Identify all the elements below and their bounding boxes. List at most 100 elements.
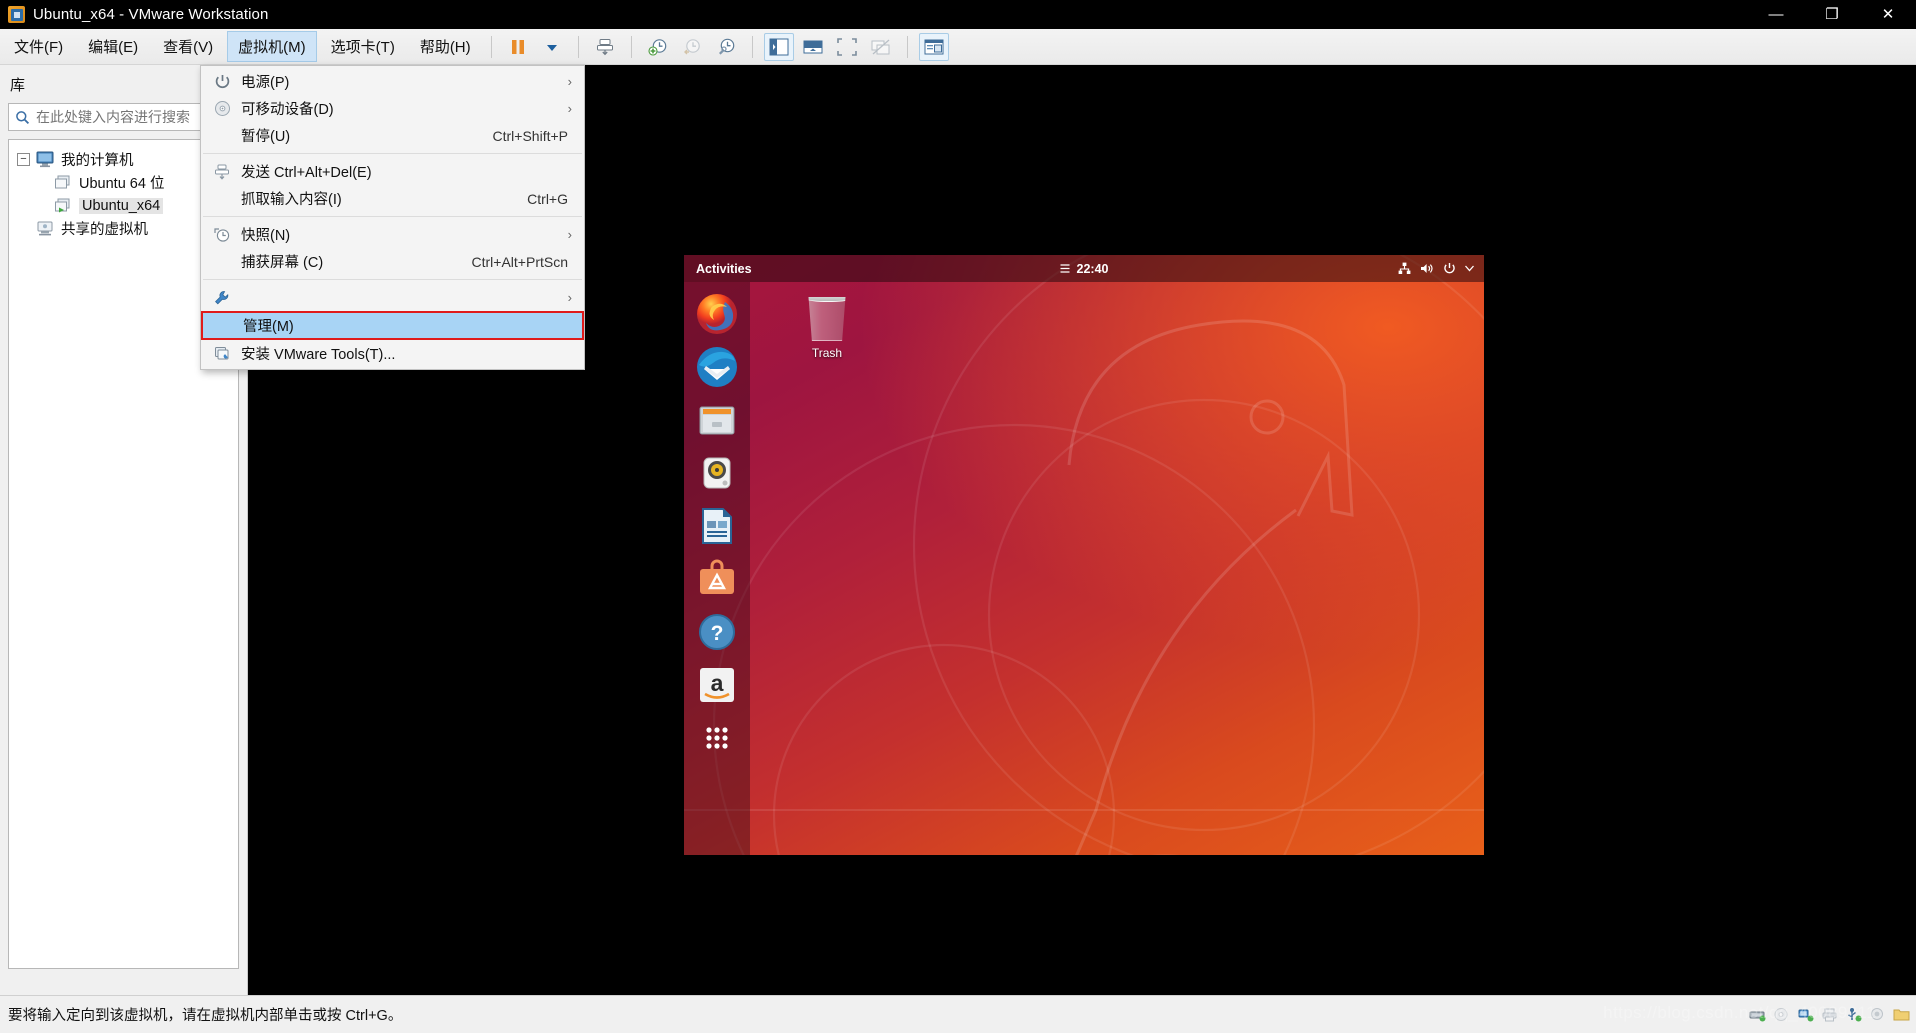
menu-item-removable-devices[interactable]: 可移动设备(D) ›: [201, 95, 584, 122]
vm-icon: [53, 174, 73, 191]
revert-snapshot-button[interactable]: [677, 33, 707, 61]
trash-icon: [808, 297, 846, 341]
window-controls: — ❐ ✕: [1748, 0, 1916, 29]
chevron-down-icon: [1465, 265, 1474, 272]
removable-disc-icon: [209, 99, 235, 119]
trash-label: Trash: [811, 346, 843, 360]
menu-item-label: 捕获屏幕 (C): [241, 255, 324, 271]
system-tray[interactable]: [1398, 262, 1474, 275]
menu-item-label: 电源(P): [241, 75, 290, 91]
vmware-logo-icon: [8, 6, 25, 23]
snapshot-manager-button[interactable]: [711, 33, 741, 61]
guest-top-bar: Activities 22:40: [684, 255, 1484, 282]
desktop-icon-trash[interactable]: Trash: [782, 297, 872, 360]
status-network-icon[interactable]: [1797, 1007, 1814, 1022]
guest-screen[interactable]: Activities 22:40 ? a Trash: [684, 255, 1484, 855]
menu-separator: [203, 216, 582, 217]
restore-button[interactable]: ❐: [1804, 0, 1860, 29]
menu-item-pause[interactable]: 暂停(U) Ctrl+Shift+P: [201, 122, 584, 149]
minimize-button[interactable]: —: [1748, 0, 1804, 29]
menu-item-label: 快照(N): [241, 228, 291, 244]
menu-item-install-vmware-tools[interactable]: 管理(M): [201, 311, 584, 340]
clock-label: 22:40: [1076, 261, 1109, 276]
menu-item-manage[interactable]: ›: [201, 284, 584, 311]
chevron-right-icon: ›: [567, 101, 572, 116]
dock-item-ubuntu-software[interactable]: [695, 557, 739, 601]
menu-item-snapshot[interactable]: 快照(N) ›: [201, 221, 584, 248]
dock-item-help[interactable]: ?: [695, 610, 739, 654]
status-hard-disk-icon[interactable]: [1749, 1007, 1766, 1022]
status-camera-icon[interactable]: [1869, 1007, 1886, 1022]
no-icon: [209, 252, 235, 272]
search-icon: [15, 110, 30, 125]
status-folder-icon[interactable]: [1893, 1007, 1910, 1022]
console-view-button[interactable]: [798, 33, 828, 61]
menu-vm[interactable]: 虚拟机(M): [227, 31, 317, 62]
menu-item-grab-input[interactable]: 抓取输入内容(I) Ctrl+G: [201, 185, 584, 212]
menu-item-capture-screen[interactable]: 捕获屏幕 (C) Ctrl+Alt+PrtScn: [201, 248, 584, 275]
menu-file[interactable]: 文件(F): [3, 31, 74, 62]
status-message: 要将输入定向到该虚拟机，请在虚拟机内部单击或按 Ctrl+G。: [8, 1008, 403, 1024]
multiple-monitors-button[interactable]: [866, 33, 896, 61]
menu-item-power[interactable]: 电源(P) ›: [201, 68, 584, 95]
unity-mode-button[interactable]: [918, 32, 949, 61]
svg-text:?: ?: [711, 622, 724, 645]
menu-tabs[interactable]: 选项卡(T): [320, 31, 406, 62]
activities-button[interactable]: Activities: [696, 262, 752, 276]
fullscreen-button[interactable]: [832, 33, 862, 61]
guest-dock[interactable]: ? a: [684, 282, 750, 855]
window-title: Ubuntu_x64 - VMware Workstation: [33, 6, 269, 23]
title-bar: Ubuntu_x64 - VMware Workstation — ❐ ✕: [0, 0, 1916, 29]
chevron-right-icon: ›: [567, 290, 572, 305]
take-snapshot-button[interactable]: [643, 33, 673, 61]
no-icon: [209, 189, 235, 209]
status-bar: 要将输入定向到该虚拟机，请在虚拟机内部单击或按 Ctrl+G。 https://…: [0, 995, 1916, 1033]
menu-item-label: 发送 Ctrl+Alt+Del(E): [241, 165, 372, 181]
status-cd-dvd-icon[interactable]: [1773, 1007, 1790, 1022]
menu-item-shortcut: Ctrl+G: [527, 190, 568, 207]
dock-item-thunderbird[interactable]: [695, 345, 739, 389]
svg-text:a: a: [711, 670, 724, 696]
clock-area[interactable]: 22:40: [1060, 261, 1109, 276]
close-button[interactable]: ✕: [1860, 0, 1916, 29]
toolbar-divider-4: [751, 35, 753, 58]
wrench-icon: [209, 288, 235, 308]
expander-icon[interactable]: −: [17, 153, 30, 166]
dock-item-files[interactable]: [695, 398, 739, 442]
chevron-right-icon: ›: [567, 227, 572, 242]
status-usb-icon[interactable]: [1845, 1007, 1862, 1022]
show-library-button[interactable]: [763, 32, 794, 61]
menu-edit[interactable]: 编辑(E): [77, 31, 149, 62]
menu-help[interactable]: 帮助(H): [409, 31, 482, 62]
snapshot-icon: [209, 225, 235, 245]
menu-item-send-ctrl-alt-del[interactable]: 发送 Ctrl+Alt+Del(E): [201, 158, 584, 185]
power-icon: [1443, 262, 1456, 275]
send-keys-icon: [209, 162, 235, 182]
toolbar-divider-2: [577, 35, 579, 58]
dock-item-firefox[interactable]: [695, 292, 739, 336]
calendar-menu-icon: [1060, 263, 1071, 274]
menu-item-label: 安装 VMware Tools(T)...: [241, 347, 396, 363]
toolbar-divider-5: [906, 35, 908, 58]
dock-item-libreoffice[interactable]: [695, 504, 739, 548]
tree-item-label: Ubuntu 64 位: [79, 176, 165, 192]
power-dropdown-button[interactable]: [537, 33, 567, 61]
my-computer-icon: [35, 151, 55, 168]
menu-item-shortcut: Ctrl+Alt+PrtScn: [471, 253, 568, 270]
dock-item-rhythmbox[interactable]: [695, 451, 739, 495]
menu-item-settings[interactable]: 安装 VMware Tools(T)...: [201, 340, 584, 367]
toolbar-divider-3: [630, 35, 632, 58]
network-icon: [1398, 262, 1411, 275]
send-ctrl-alt-del-button[interactable]: [590, 33, 620, 61]
dock-item-amazon[interactable]: a: [695, 663, 739, 707]
status-printer-icon[interactable]: [1821, 1007, 1838, 1022]
menu-item-label: 可移动设备(D): [241, 102, 334, 118]
no-icon: [211, 316, 237, 336]
suspend-button[interactable]: [503, 33, 533, 61]
menu-view[interactable]: 查看(V): [152, 31, 224, 62]
dock-item-show-apps[interactable]: [695, 716, 739, 760]
shared-vms-icon: [35, 220, 55, 237]
vm-menu-dropdown[interactable]: 电源(P) › 可移动设备(D) › 暂停(U) Ctrl+Shift+P 发送…: [200, 65, 585, 370]
power-icon: [209, 72, 235, 92]
status-device-icons[interactable]: [1749, 1007, 1910, 1022]
